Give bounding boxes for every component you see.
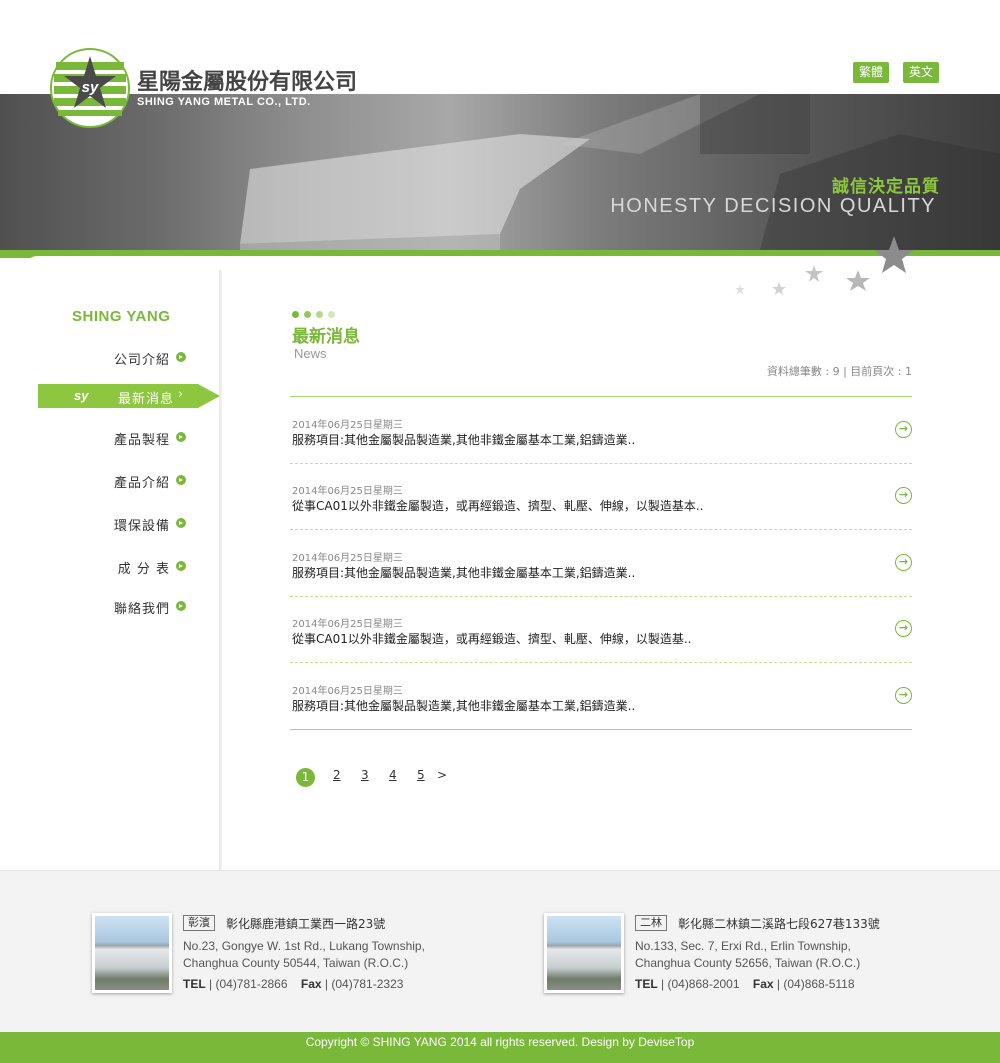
fax-number: (04)781-2323 xyxy=(331,977,404,991)
tel-label: TEL xyxy=(183,977,206,991)
office-lukang: 彰濱 彰化縣鹿港鎮工業西一路23號 No.23, Gongye W. 1st R… xyxy=(92,913,512,1003)
office-erlin: 二林 彰化縣二林鎮二溪路七段627巷133號 No.133, Sec. 7, E… xyxy=(544,913,964,1003)
arrow-bullet-icon xyxy=(176,432,186,442)
page-subtitle: News xyxy=(294,346,327,361)
factory-photo xyxy=(544,913,624,993)
page: sy 星陽金屬股份有限公司 SHING YANG METAL CO., LTD.… xyxy=(0,0,1000,1063)
address-en-line1: No.23, Gongye W. 1st Rd., Lukang Townshi… xyxy=(183,939,425,953)
factory-photo xyxy=(92,913,172,993)
news-list-item[interactable]: 2014年06月25日星期三 從事CA01以外非鐵金屬製造，或再經鍛造、擠型、軋… xyxy=(290,464,912,530)
sidebar-item-label: 最新消息 xyxy=(118,392,175,407)
brand-name-en: SHING YANG METAL CO., LTD. xyxy=(137,96,311,108)
sidebar-item-label: 產品介紹 xyxy=(113,476,170,491)
sy-badge-icon: sy xyxy=(74,388,89,403)
sidebar-item-environment[interactable]: 環保設備 xyxy=(40,512,190,534)
arrow-bullet-icon xyxy=(176,352,186,362)
footer: 彰濱 彰化縣鹿港鎮工業西一路23號 No.23, Gongye W. 1st R… xyxy=(0,870,1000,1032)
svg-text:sy: sy xyxy=(82,79,99,96)
arrow-bullet-icon xyxy=(176,601,186,611)
title-dot-icon xyxy=(328,311,335,318)
next-page-link[interactable]: > xyxy=(437,768,447,782)
arrow-bullet-icon xyxy=(176,518,186,528)
title-dot-icon xyxy=(292,311,299,318)
slogan-cn: 誠信決定品質 xyxy=(832,177,940,197)
sidebar-item-products[interactable]: 產品介紹 xyxy=(40,469,190,491)
news-date: 2014年06月25日星期三 xyxy=(292,486,403,497)
office-tag: 彰濱 xyxy=(183,915,215,931)
sidebar-divider xyxy=(219,270,222,870)
news-date: 2014年06月25日星期三 xyxy=(292,686,403,697)
record-count-info: 資料總筆數 : 9 | 目前頁次 : 1 xyxy=(766,365,912,378)
arrow-right-circle-icon[interactable]: → xyxy=(895,687,912,704)
fax-label: Fax xyxy=(752,977,774,991)
news-list-item[interactable]: 2014年06月25日星期三 服務項目:其他金屬製品製造業,其他非鐵金屬基本工業… xyxy=(290,531,912,597)
news-date: 2014年06月25日星期三 xyxy=(292,619,403,630)
arrow-right-circle-icon[interactable]: → xyxy=(895,421,912,438)
dashed-divider xyxy=(290,529,912,530)
page-title: 最新消息 xyxy=(292,327,360,347)
news-summary[interactable]: 從事CA01以外非鐵金屬製造，或再經鍛造、擠型、軋壓、伸線，以製造基本.. xyxy=(292,497,704,514)
sidebar-item-label: 成 分 表 xyxy=(117,562,170,577)
news-summary[interactable]: 服務項目:其他金屬製品製造業,其他非鐵金屬基本工業,鋁鑄造業.. xyxy=(292,697,635,714)
title-dot-icon xyxy=(304,311,311,318)
list-top-divider xyxy=(290,396,912,397)
address-cn: 彰化縣鹿港鎮工業西一路23號 xyxy=(226,917,386,931)
page-5-link[interactable]: 5 xyxy=(417,768,425,782)
lang-english-button[interactable]: 英文 xyxy=(903,62,939,83)
sidebar-item-contact[interactable]: 聯絡我們 xyxy=(40,595,190,617)
sidebar-item-label: 環保設備 xyxy=(113,519,170,534)
news-summary[interactable]: 服務項目:其他金屬製品製造業,其他非鐵金屬基本工業,鋁鑄造業.. xyxy=(292,431,635,448)
sidebar-item-company-intro[interactable]: 公司介紹 xyxy=(40,346,190,368)
arrow-bullet-icon xyxy=(176,475,186,485)
dashed-divider xyxy=(290,662,912,663)
arrow-right-circle-icon[interactable]: → xyxy=(895,554,912,571)
news-list-item[interactable]: 2014年06月25日星期三 從事CA01以外非鐵金屬製造，或再經鍛造、擠型、軋… xyxy=(290,597,912,663)
phone-fax: TEL | (04)868-2001 Fax | (04)868-5118 xyxy=(635,977,855,991)
arrow-right-circle-icon[interactable]: → xyxy=(895,620,912,637)
sidebar-item-news[interactable]: sy 最新消息 › xyxy=(38,384,222,408)
page-2-link[interactable]: 2 xyxy=(333,768,341,782)
list-bottom-divider xyxy=(290,729,912,730)
sidebar-item-composition[interactable]: 成 分 表 xyxy=(40,555,190,577)
fax-number: (04)868-5118 xyxy=(783,977,855,991)
address-en-line2: Changhua County 50544, Taiwan (R.O.C.) xyxy=(183,956,409,970)
page-4-link[interactable]: 4 xyxy=(389,768,397,782)
tel-number: (04)781-2866 xyxy=(215,977,288,991)
address-cn: 彰化縣二林鎮二溪路七段627巷133號 xyxy=(678,917,880,931)
tel-number: (04)868-2001 xyxy=(667,977,740,991)
sidebar-item-label: 聯絡我們 xyxy=(113,602,170,617)
arrow-right-circle-icon[interactable]: → xyxy=(895,487,912,504)
copyright-bar: Copyright © SHING YANG 2014 all rights r… xyxy=(0,1032,1000,1063)
lang-traditional-chinese-button[interactable]: 繁體 xyxy=(853,62,889,83)
title-dot-icon xyxy=(316,311,323,318)
address-en-line1: No.133, Sec. 7, Erxi Rd., Erlin Township… xyxy=(635,939,851,953)
phone-fax: TEL | (04)781-2866 Fax | (04)781-2323 xyxy=(183,977,404,991)
sidebar-title: SHING YANG xyxy=(72,308,171,325)
tel-label: TEL xyxy=(635,977,658,991)
sidebar-item-label: 產品製程 xyxy=(113,433,170,448)
office-tag: 二林 xyxy=(635,915,667,931)
news-summary[interactable]: 服務項目:其他金屬製品製造業,其他非鐵金屬基本工業,鋁鑄造業.. xyxy=(292,564,635,581)
company-logo[interactable]: sy xyxy=(50,48,130,128)
arrow-bullet-icon xyxy=(176,561,186,571)
sidebar-item-process[interactable]: 產品製程 xyxy=(40,426,190,448)
news-date: 2014年06月25日星期三 xyxy=(292,420,403,431)
slogan-en: HONESTY DECISION QUALITY xyxy=(610,195,936,217)
fax-label: Fax xyxy=(300,977,322,991)
sidebar-item-label: 公司介紹 xyxy=(113,353,170,368)
news-list-item[interactable]: 2014年06月25日星期三 服務項目:其他金屬製品製造業,其他非鐵金屬基本工業… xyxy=(290,398,912,464)
chevron-right-icon: › xyxy=(178,387,184,402)
address-en-line2: Changhua County 52656, Taiwan (R.O.C.) xyxy=(635,956,861,970)
news-list-item[interactable]: 2014年06月25日星期三 服務項目:其他金屬製品製造業,其他非鐵金屬基本工業… xyxy=(290,664,912,730)
active-highlight-arrow xyxy=(198,384,220,408)
brand-name-cn: 星陽金屬股份有限公司 xyxy=(137,70,358,95)
page-1-button[interactable]: 1 xyxy=(296,768,315,787)
page-3-link[interactable]: 3 xyxy=(361,768,369,782)
decorative-stars xyxy=(735,236,914,295)
news-summary[interactable]: 從事CA01以外非鐵金屬製造，或再經鍛造、擠型、軋壓、伸線，以製造基.. xyxy=(292,630,692,647)
news-date: 2014年06月25日星期三 xyxy=(292,553,403,564)
